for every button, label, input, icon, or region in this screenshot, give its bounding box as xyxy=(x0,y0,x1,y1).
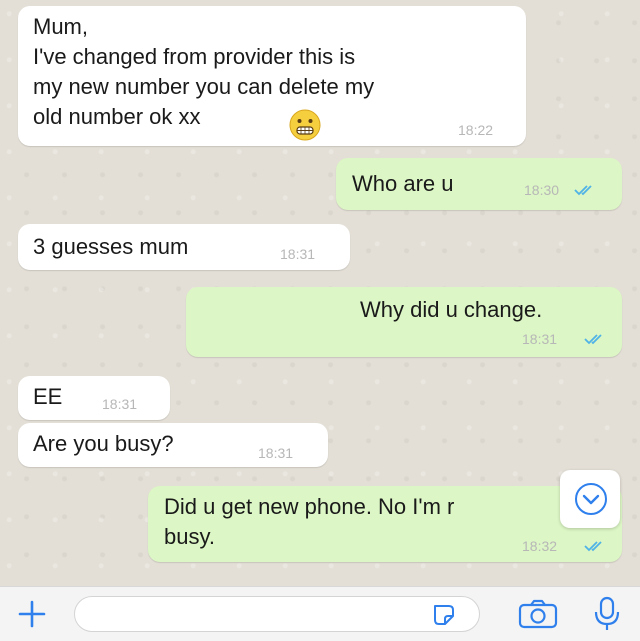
message-timestamp: 18:30 xyxy=(524,182,560,198)
message-bubble-outgoing[interactable]: Who are u 18:30 xyxy=(336,158,622,210)
message-text: Why did u change. xyxy=(360,297,543,322)
message-timestamp: 18:31 xyxy=(280,246,316,262)
chat-area[interactable]: Mum, I've changed from provider this is … xyxy=(0,0,640,586)
message-bubble-incoming[interactable]: Are you busy? 18:31 xyxy=(18,423,328,467)
message-input-bar xyxy=(0,586,640,641)
message-timestamp: 18:31 xyxy=(102,396,138,412)
message-bubble-outgoing[interactable]: Why did u change. 18:31 xyxy=(186,287,622,357)
message-timestamp: 18:22 xyxy=(458,122,494,138)
message-text: EE xyxy=(33,384,63,409)
read-ticks-icon xyxy=(584,334,602,345)
plus-icon[interactable] xyxy=(16,598,48,630)
chevron-down-icon xyxy=(575,483,607,515)
message-bubble-incoming[interactable]: Mum, I've changed from provider this is … xyxy=(18,6,526,146)
message-text: 3 guesses mum xyxy=(33,234,189,259)
message-text: Are you busy? xyxy=(33,431,174,456)
message-input[interactable] xyxy=(74,596,480,632)
microphone-icon[interactable] xyxy=(592,596,622,632)
message-bubble-incoming[interactable]: 3 guesses mum 18:31 xyxy=(18,224,350,270)
message-timestamp: 18:31 xyxy=(258,445,294,461)
message-text: Did u get new phone. No I'm r busy. xyxy=(164,494,455,549)
read-ticks-icon xyxy=(584,541,602,552)
message-bubble-outgoing[interactable]: Did u get new phone. No I'm r busy. 18:3… xyxy=(148,486,622,562)
message-timestamp: 18:32 xyxy=(522,538,558,554)
camera-icon[interactable] xyxy=(518,599,558,629)
read-ticks-icon xyxy=(574,185,592,196)
message-text: Who are u xyxy=(352,171,454,196)
scroll-to-bottom-button[interactable] xyxy=(560,470,620,528)
sticker-icon[interactable] xyxy=(431,602,457,628)
message-bubble-incoming[interactable]: EE 18:31 xyxy=(18,376,170,420)
message-text: Mum, I've changed from provider this is … xyxy=(33,14,375,129)
grimacing-emoji-icon xyxy=(289,109,321,141)
message-timestamp: 18:31 xyxy=(522,331,558,347)
